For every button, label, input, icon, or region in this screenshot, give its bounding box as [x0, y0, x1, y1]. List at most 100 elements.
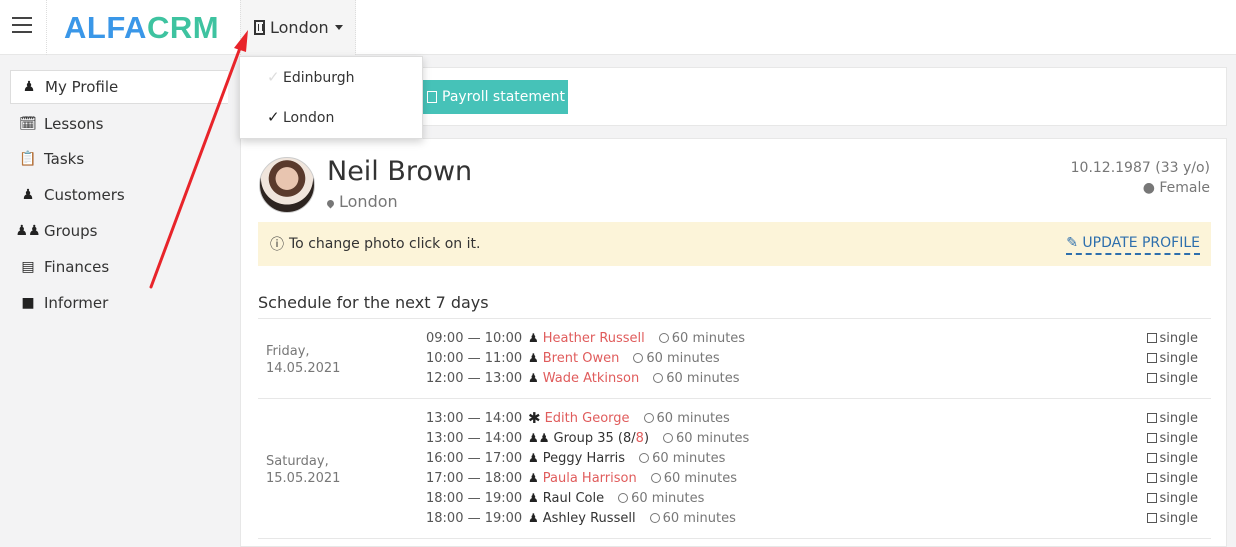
lesson-duration-label: 60 minutes: [631, 490, 705, 506]
lesson-type-label: single: [1159, 330, 1199, 346]
sidebar-item-finances[interactable]: ▤ Finances: [10, 250, 228, 284]
clock-icon: [658, 332, 669, 343]
lesson-type-label: single: [1159, 470, 1199, 486]
lesson-duration: 60 minutes: [643, 410, 730, 426]
brand-logo[interactable]: ALFACRM: [64, 10, 219, 46]
group-name: Group 35 (: [553, 430, 623, 446]
sidebar-item-customers[interactable]: ♟ Customers: [10, 178, 228, 212]
avatar[interactable]: [259, 157, 315, 213]
sidebar-item-label: Tasks: [44, 150, 85, 168]
checkbox-icon: [1146, 493, 1157, 503]
schedule-divider: [258, 538, 1211, 539]
hamburger-menu-icon[interactable]: [12, 17, 32, 33]
document-icon: [427, 91, 437, 103]
lesson-type-checkbox[interactable]: single: [1146, 348, 1199, 368]
update-profile-label: UPDATE PROFILE: [1082, 235, 1200, 251]
lesson-duration-label: 60 minutes: [663, 470, 738, 486]
lesson-participant-link[interactable]: Ashley Russell: [543, 511, 636, 526]
check-icon: ✓: [267, 108, 280, 126]
users-icon: ♟♟: [528, 431, 550, 445]
lesson-type-checkbox[interactable]: single: [1146, 488, 1199, 508]
sidebar-item-label: Customers: [44, 186, 125, 204]
lesson-type-checkbox[interactable]: single: [1146, 448, 1199, 468]
profile-gender-label: Female: [1159, 180, 1210, 196]
sidebar-item-lessons[interactable]: 🗓 Lessons: [10, 107, 228, 141]
sidebar-item-tasks[interactable]: 📋 Tasks: [10, 142, 228, 176]
pencil-icon: ✎: [1066, 235, 1078, 251]
profile-location: London: [325, 192, 398, 211]
payroll-statement-label: Payroll statement: [442, 89, 565, 105]
checkbox-icon: [1146, 353, 1157, 363]
checkbox-icon: [1146, 433, 1157, 443]
clipboard-icon: 📋: [19, 151, 37, 167]
lesson-type-checkbox[interactable]: single: [1146, 508, 1198, 528]
day-date: 14.05.2021: [266, 361, 341, 376]
map-marker-icon: [325, 198, 336, 209]
checkbox-icon: [1146, 473, 1157, 483]
lesson-duration-label: 60 minutes: [646, 350, 720, 366]
sidebar-item-groups[interactable]: ♟♟ Groups: [10, 214, 228, 248]
group-count-close: ): [643, 430, 650, 446]
lesson-participant-link[interactable]: Brent Owen: [543, 351, 620, 366]
lesson-type-checkbox[interactable]: single: [1146, 368, 1198, 388]
branch-selector-button[interactable]: London: [240, 0, 356, 55]
lesson-row: 16:00 — 17:00 ♟ Peggy Harris 60 minutes: [426, 448, 725, 468]
lesson-type-checkbox[interactable]: single: [1146, 468, 1199, 488]
lesson-time: 13:00 — 14:00: [426, 430, 523, 446]
branch-option-london[interactable]: London: [283, 110, 334, 126]
sidebar-item-label: My Profile: [45, 78, 119, 96]
navbar-divider: [46, 0, 47, 55]
lesson-type-label: single: [1159, 490, 1199, 506]
schedule-divider: [258, 398, 1211, 399]
lesson-time: 10:00 — 11:00: [426, 350, 523, 366]
lesson-duration: 60 minutes: [649, 511, 736, 526]
checkbox-icon: [1146, 453, 1157, 463]
lesson-duration-label: 60 minutes: [652, 450, 726, 466]
check-icon: ✓: [267, 68, 280, 86]
clock-icon: [643, 412, 654, 423]
sidebar-item-my-profile[interactable]: ♟ My Profile: [10, 70, 228, 104]
lesson-type-label: single: [1159, 450, 1199, 466]
user-icon: ♟: [528, 491, 539, 505]
update-profile-link[interactable]: ✎ UPDATE PROFILE: [1066, 235, 1200, 255]
lesson-duration-label: 60 minutes: [671, 330, 746, 346]
lesson-participant-link[interactable]: Paula Harrison: [543, 471, 637, 486]
profile-name: Neil Brown: [327, 156, 473, 187]
lesson-participant-link[interactable]: Raul Cole: [543, 491, 604, 506]
branch-option-edinburgh[interactable]: Edinburgh: [283, 70, 355, 86]
user-icon: ♟: [528, 331, 539, 345]
user-icon: ♟: [528, 511, 539, 525]
lesson-type-checkbox[interactable]: single: [1146, 408, 1199, 428]
lesson-type-checkbox[interactable]: single: [1146, 328, 1199, 348]
lesson-type-checkbox[interactable]: single: [1146, 428, 1198, 448]
lesson-participant-link[interactable]: Edith George: [545, 411, 630, 426]
lesson-participant-link[interactable]: Wade Atkinson: [543, 371, 639, 386]
asterisk-icon: ✱: [528, 409, 541, 427]
lesson-time: 18:00 — 19:00: [426, 510, 523, 526]
lesson-participant-link[interactable]: Peggy Harris: [543, 451, 625, 466]
lesson-type-label: single: [1159, 410, 1199, 426]
clock-icon: [639, 452, 650, 463]
lesson-participant-link[interactable]: Heather Russell: [543, 331, 645, 346]
clock-icon: [650, 472, 661, 483]
branch-selector-label: London: [270, 18, 329, 37]
user-icon: ♟: [528, 471, 539, 485]
lesson-time: 16:00 — 17:00: [426, 450, 523, 466]
female-icon: ●: [1142, 180, 1155, 196]
users-icon: ♟♟: [15, 223, 41, 239]
lesson-duration: 60 minutes: [639, 451, 725, 466]
lesson-duration: 60 minutes: [618, 491, 704, 506]
sidebar-item-informer[interactable]: ■ Informer: [10, 286, 228, 320]
sidebar-item-label: Lessons: [44, 115, 104, 133]
building-icon: [254, 20, 265, 35]
clock-icon: [663, 432, 674, 443]
lesson-duration-label: 60 minutes: [656, 410, 730, 426]
payroll-statement-button[interactable]: Payroll statement: [423, 80, 568, 114]
checkbox-icon: [1146, 333, 1157, 343]
clock-icon: [653, 372, 664, 383]
clock-icon: [649, 512, 660, 523]
lesson-time: 13:00 — 14:00: [426, 410, 523, 426]
user-icon: ♟: [528, 451, 539, 465]
lesson-type-label: single: [1159, 350, 1199, 366]
lesson-group-link[interactable]: Group 35 (8/8): [554, 431, 650, 446]
